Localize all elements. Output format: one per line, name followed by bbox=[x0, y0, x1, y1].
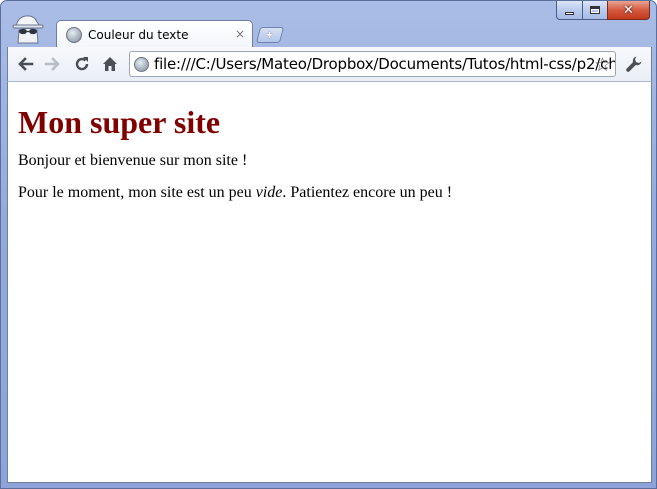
tab-close-button[interactable]: × bbox=[235, 27, 245, 41]
tab-title: Couleur du texte bbox=[88, 27, 189, 42]
incognito-icon bbox=[10, 14, 50, 44]
close-icon: ✕ bbox=[623, 2, 634, 18]
minimize-button[interactable] bbox=[556, 1, 582, 20]
toolbar: file:///C:/Users/Mateo/Dropbox/Documents… bbox=[7, 47, 652, 82]
close-window-button[interactable]: ✕ bbox=[607, 1, 650, 20]
status-paragraph: Pour le moment, mon site est un peu vide… bbox=[18, 183, 641, 203]
back-button[interactable] bbox=[13, 52, 37, 76]
page-info-globe-icon bbox=[134, 56, 149, 72]
status-emphasis: vide bbox=[255, 184, 283, 201]
caption-buttons: ✕ bbox=[556, 1, 650, 20]
home-icon bbox=[103, 57, 117, 71]
tab-couleur-du-texte[interactable]: Couleur du texte × bbox=[56, 20, 253, 48]
wrench-icon bbox=[626, 56, 642, 72]
forward-button[interactable] bbox=[41, 52, 65, 76]
plus-icon: + bbox=[266, 28, 274, 42]
maximize-button[interactable] bbox=[582, 1, 607, 20]
back-arrow-icon bbox=[18, 57, 34, 71]
new-tab-button[interactable]: + bbox=[255, 27, 285, 43]
url-text: file:///C:/Users/Mateo/Dropbox/Documents… bbox=[154, 55, 616, 73]
browser-window: ✕ Couleur du texte × + file:///C:/Users/… bbox=[0, 0, 657, 489]
status-text-end: . Patientez encore un peu ! bbox=[282, 184, 453, 201]
reload-icon bbox=[75, 57, 89, 71]
reload-button[interactable] bbox=[70, 52, 94, 76]
welcome-paragraph: Bonjour et bienvenue sur mon site ! bbox=[18, 152, 248, 169]
maximize-icon bbox=[590, 6, 600, 14]
star-icon[interactable]: ☆ bbox=[594, 54, 611, 76]
address-bar[interactable]: file:///C:/Users/Mateo/Dropbox/Documents… bbox=[129, 51, 616, 77]
wrench-menu-button[interactable] bbox=[622, 52, 646, 76]
page-title: Mon super site bbox=[18, 104, 221, 140]
home-button[interactable] bbox=[98, 52, 122, 76]
globe-icon bbox=[66, 26, 82, 43]
minimize-icon bbox=[565, 11, 574, 15]
forward-arrow-icon bbox=[44, 57, 60, 71]
page-viewport: Mon super site Bonjour et bienvenue sur … bbox=[7, 82, 652, 483]
status-text-start: Pour le moment, mon site est un peu bbox=[18, 184, 256, 201]
